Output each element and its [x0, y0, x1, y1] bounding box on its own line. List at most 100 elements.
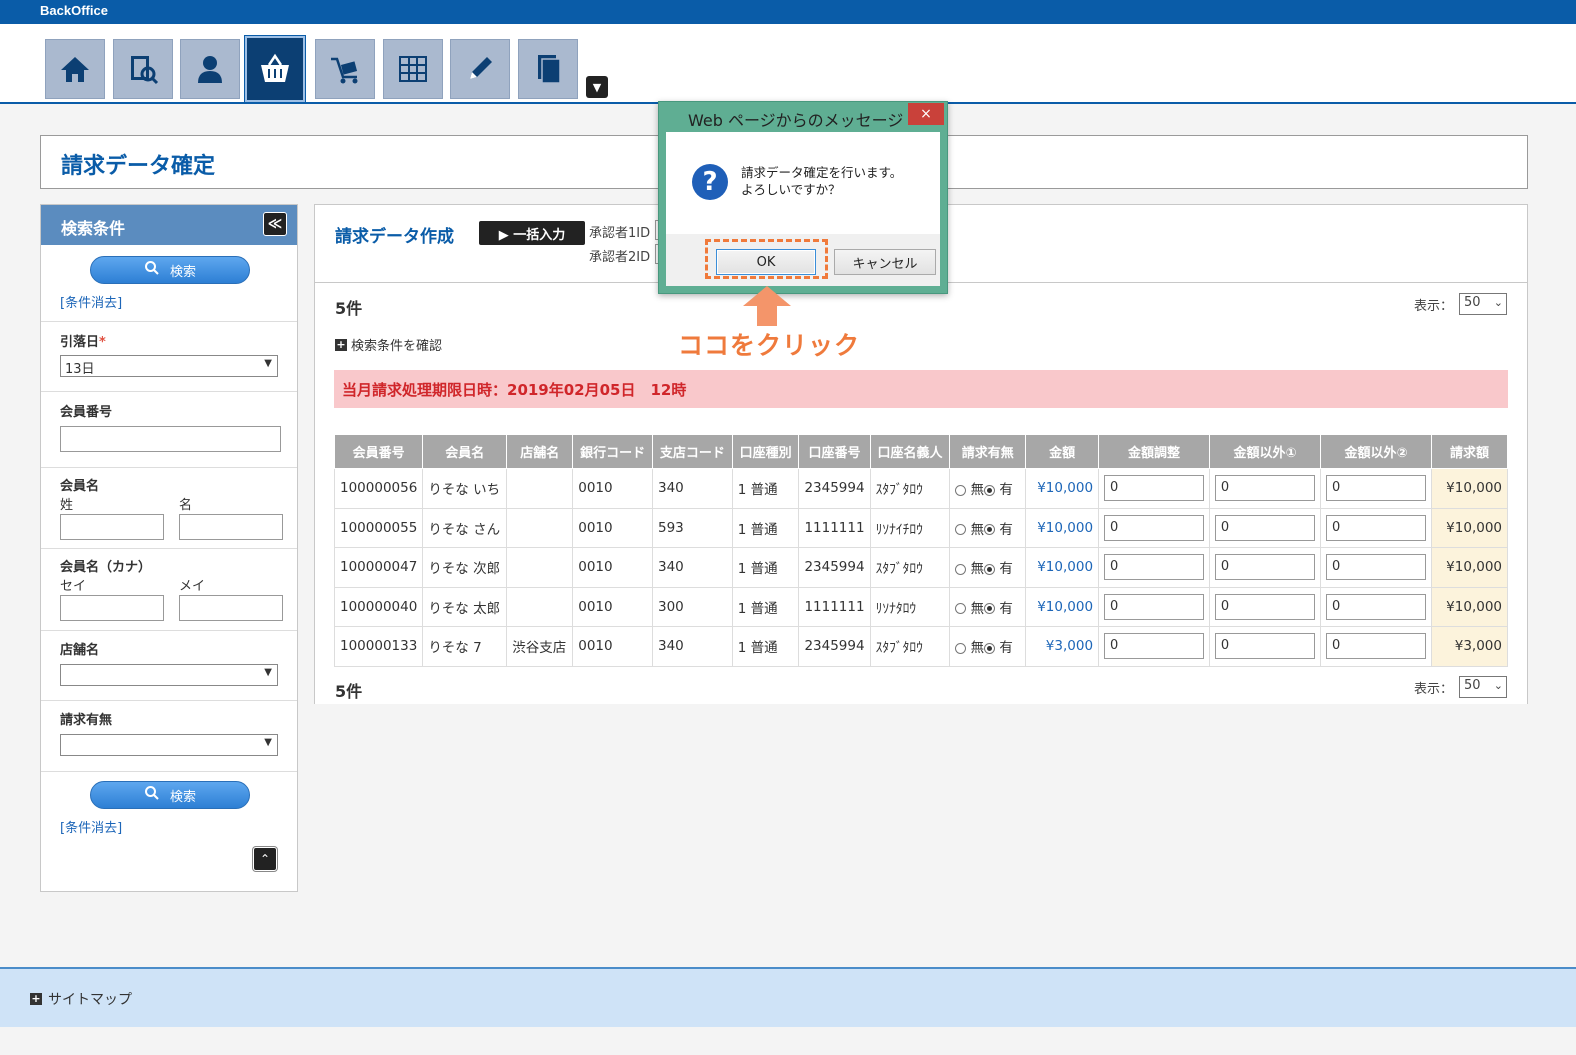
ex2-input[interactable]: 0: [1326, 475, 1427, 502]
radio-yes-label: 有: [999, 521, 1013, 538]
column-header[interactable]: 支店コード: [651, 434, 733, 469]
adj-input[interactable]: 0: [1104, 475, 1204, 502]
column-header[interactable]: 店舗名: [506, 434, 574, 469]
documents-icon: [538, 55, 561, 84]
nav-member-search-button[interactable]: [113, 39, 173, 99]
top-bar: BackOffice: [0, 0, 1576, 24]
ex2-input[interactable]: 0: [1326, 633, 1427, 660]
column-header[interactable]: 金額以外②: [1320, 434, 1433, 469]
store-name-label: 店舗名: [60, 643, 100, 658]
column-header[interactable]: 口座種別: [731, 434, 800, 469]
last-kana-input[interactable]: [60, 595, 164, 621]
basket-icon: [261, 53, 289, 82]
nav-edit-button[interactable]: [450, 39, 510, 99]
table-cell: ﾘｿﾅﾀﾛｳ: [869, 586, 951, 627]
radio-none[interactable]: [955, 524, 967, 536]
withdraw-day-label: 引落日*: [60, 335, 106, 350]
column-header[interactable]: 金額調整: [1098, 434, 1210, 469]
dialog-close-button[interactable]: ×: [908, 103, 944, 125]
nav-basket-button[interactable]: [244, 35, 306, 103]
ex1-input[interactable]: 0: [1214, 633, 1316, 660]
divider: [41, 771, 297, 772]
sitemap-toggle[interactable]: + サイトマップ: [30, 989, 132, 1009]
store-name-select[interactable]: ▼: [60, 664, 278, 686]
display-count-select-bottom[interactable]: 50 ⌄: [1459, 676, 1507, 698]
nav-cart-button[interactable]: [315, 39, 375, 99]
deadline-alert: 当月請求処理期限日時：2019年02月05日 12時: [334, 370, 1508, 408]
radio-none-label: 無: [970, 482, 985, 499]
confirm-conditions-toggle[interactable]: + 検索条件を確認: [335, 335, 442, 354]
table-cell: 0: [1208, 547, 1322, 588]
column-header[interactable]: 口座名義人: [869, 434, 951, 469]
dialog-title: Web ページからのメッセージ: [688, 111, 904, 130]
first-kana-input[interactable]: [179, 595, 283, 621]
radio-none[interactable]: [955, 642, 967, 654]
footer: + サイトマップ: [0, 967, 1576, 1027]
ex2-input[interactable]: 0: [1326, 554, 1427, 581]
adj-input[interactable]: 0: [1104, 633, 1204, 660]
adj-input[interactable]: 0: [1104, 593, 1204, 620]
radio-yes[interactable]: [984, 524, 996, 536]
column-header[interactable]: 会員名: [422, 434, 508, 469]
table-header-row: 会員番号 会員名 店舗名 銀行コード 支店コード 口座種別 口座番号 口座名義人…: [333, 434, 1508, 469]
column-header[interactable]: 請求額: [1431, 434, 1508, 469]
radio-none[interactable]: [955, 603, 967, 615]
adj-input[interactable]: 0: [1104, 554, 1204, 581]
radio-none-label: 無: [970, 561, 985, 578]
table-cell: 340: [651, 547, 733, 588]
bulk-input-button[interactable]: ▶ 一括入力: [479, 221, 585, 245]
table-cell: ｽﾀﾌﾞﾀﾛｳ: [869, 468, 951, 509]
adj-input[interactable]: 0: [1104, 514, 1204, 541]
column-header[interactable]: 口座番号: [798, 434, 871, 469]
table-cell: 0010: [572, 507, 653, 548]
table-cell: りそな いち: [422, 468, 508, 509]
withdraw-day-select[interactable]: 13日 ▼: [60, 355, 278, 377]
home-icon: [61, 57, 89, 82]
billing-status-select[interactable]: ▼: [60, 734, 278, 756]
nav-grid-button[interactable]: [383, 39, 443, 99]
display-count-select-top[interactable]: 50 ⌄: [1459, 293, 1507, 315]
dialog-message: 請求データ確定を行います。 よろしいですか？: [741, 165, 903, 197]
table-cell: [506, 547, 574, 588]
clear-conditions-link-top[interactable]: [条件消去]: [60, 292, 122, 311]
nav-more-button[interactable]: ▼: [586, 76, 608, 98]
billing-table: 会員番号 会員名 店舗名 銀行コード 支店コード 口座種別 口座番号 口座名義人…: [333, 434, 1508, 667]
radio-none[interactable]: [955, 563, 967, 575]
nav-user-button[interactable]: [180, 39, 240, 99]
table-row: 100000133 りそな 7 渋谷支店 0010 340 1 普通 2345994 ｽﾀﾌﾞ…: [333, 626, 1508, 667]
column-header[interactable]: 会員番号: [333, 434, 424, 469]
column-header[interactable]: 請求有無: [949, 434, 1027, 469]
table-cell: ¥10,000: [1025, 507, 1100, 548]
ex1-input[interactable]: 0: [1214, 593, 1316, 620]
dialog-cancel-button[interactable]: キャンセル: [834, 249, 936, 275]
member-number-input[interactable]: [60, 426, 281, 452]
last-name-input[interactable]: [60, 514, 164, 540]
member-kana-label: 会員名（カナ）: [60, 560, 152, 575]
approver2-label: 承認者2ID: [589, 250, 651, 265]
first-name-input[interactable]: [179, 514, 283, 540]
radio-none[interactable]: [955, 484, 967, 496]
radio-yes[interactable]: [984, 642, 996, 654]
column-header[interactable]: 金額以外①: [1208, 434, 1322, 469]
ex1-input[interactable]: 0: [1214, 554, 1316, 581]
nav-home-button[interactable]: [45, 39, 105, 99]
search-button-bottom[interactable]: 検索: [90, 781, 250, 809]
ex1-input[interactable]: 0: [1214, 475, 1316, 502]
table-cell: [506, 507, 574, 548]
dialog-body: ? 請求データ確定を行います。 よろしいですか？: [666, 132, 940, 234]
radio-yes[interactable]: [984, 484, 996, 496]
column-header[interactable]: 銀行コード: [572, 434, 653, 469]
ex1-input[interactable]: 0: [1214, 514, 1316, 541]
scroll-top-button[interactable]: ⌃: [253, 847, 277, 871]
clear-conditions-link-bottom[interactable]: [条件消去]: [60, 817, 122, 836]
search-button-top[interactable]: 検索: [90, 256, 250, 284]
radio-yes[interactable]: [984, 563, 996, 575]
collapse-sidebar-button[interactable]: ≪: [263, 212, 287, 236]
radio-yes[interactable]: [984, 603, 996, 615]
pencil-icon: [470, 57, 492, 79]
nav-documents-button[interactable]: [518, 39, 578, 99]
billing-status-label: 請求有無: [60, 713, 113, 728]
ex2-input[interactable]: 0: [1326, 514, 1427, 541]
column-header[interactable]: 金額: [1025, 434, 1100, 469]
ex2-input[interactable]: 0: [1326, 593, 1427, 620]
